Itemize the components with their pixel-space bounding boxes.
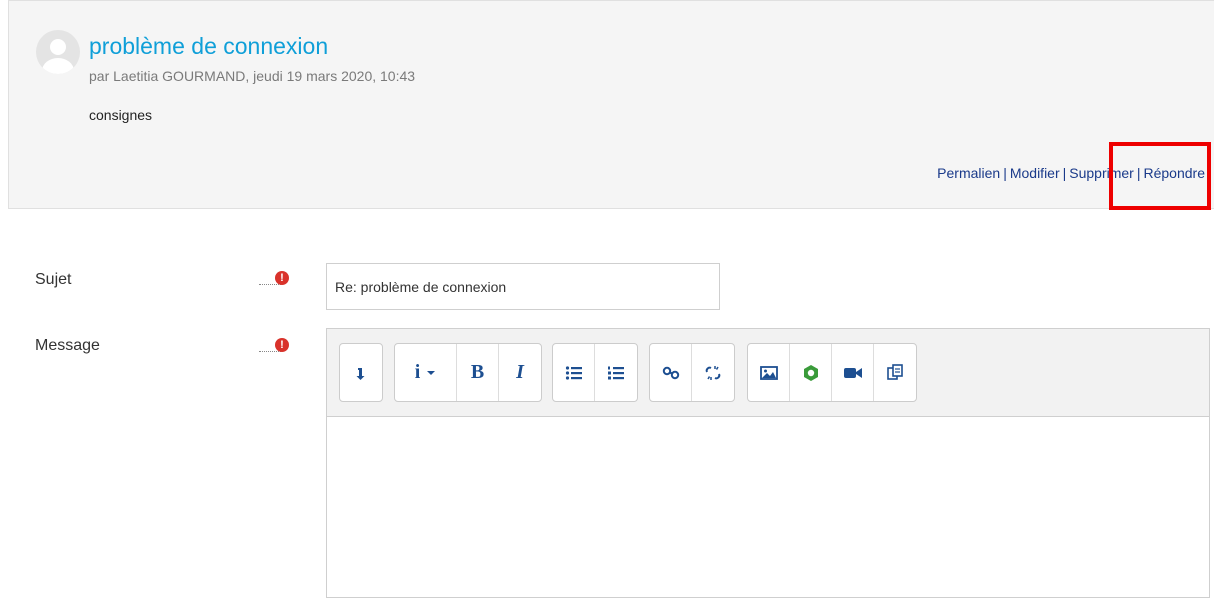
bold-icon: B [470, 361, 485, 383]
collapse-icon [356, 367, 365, 380]
required-icon: ! [275, 271, 289, 285]
toolbar-group-style: i B I [394, 343, 542, 402]
edit-link[interactable]: Modifier [1010, 165, 1060, 181]
forum-post: problème de connexion par Laetitia GOURM… [8, 0, 1214, 209]
separator: | [1003, 165, 1007, 181]
recordrtc-button[interactable] [790, 344, 832, 401]
ordered-list-icon [608, 366, 624, 379]
toolbar-group-lists [552, 343, 638, 402]
manage-files-button[interactable] [874, 344, 916, 401]
subject-input[interactable] [326, 263, 720, 310]
editor-toolbar: i B I [327, 329, 1209, 417]
unordered-list-icon [565, 365, 582, 380]
image-button[interactable] [748, 344, 790, 401]
italic-button[interactable]: I [499, 344, 541, 401]
unordered-list-button[interactable] [553, 344, 595, 401]
toolbar-group-collapse [339, 343, 383, 402]
bold-button[interactable]: B [457, 344, 499, 401]
message-editor: i B I [326, 328, 1210, 598]
chevron-down-icon [427, 370, 436, 375]
video-icon [843, 367, 862, 378]
separator: | [1062, 165, 1067, 181]
post-body: consignes [89, 107, 153, 123]
image-icon [759, 365, 778, 380]
subject-label: Sujet [35, 271, 72, 288]
post-title[interactable]: problème de connexion [89, 33, 328, 60]
message-label: Message [35, 337, 100, 354]
unlink-button[interactable] [692, 344, 734, 401]
unlink-icon [705, 365, 721, 380]
avatar [36, 30, 80, 74]
paragraph-style-icon: i [414, 361, 421, 383]
permalink-link[interactable]: Permalien [937, 165, 1000, 181]
video-button[interactable] [832, 344, 874, 401]
paragraph-style-button[interactable]: i [395, 344, 457, 401]
reply-highlight-box [1109, 142, 1211, 210]
ordered-list-button[interactable] [595, 344, 637, 401]
collapse-button[interactable] [340, 344, 382, 401]
toolbar-group-links [649, 343, 735, 402]
required-icon: ! [275, 338, 289, 352]
italic-icon: I [516, 361, 524, 383]
message-textarea[interactable] [327, 417, 1209, 597]
post-author-date: par Laetitia GOURMAND, jeudi 19 mars 202… [89, 68, 416, 84]
recordrtc-icon [803, 364, 818, 381]
manage-files-icon [887, 363, 903, 380]
link-icon [662, 366, 679, 379]
link-button[interactable] [650, 344, 692, 401]
toolbar-group-media [747, 343, 917, 402]
